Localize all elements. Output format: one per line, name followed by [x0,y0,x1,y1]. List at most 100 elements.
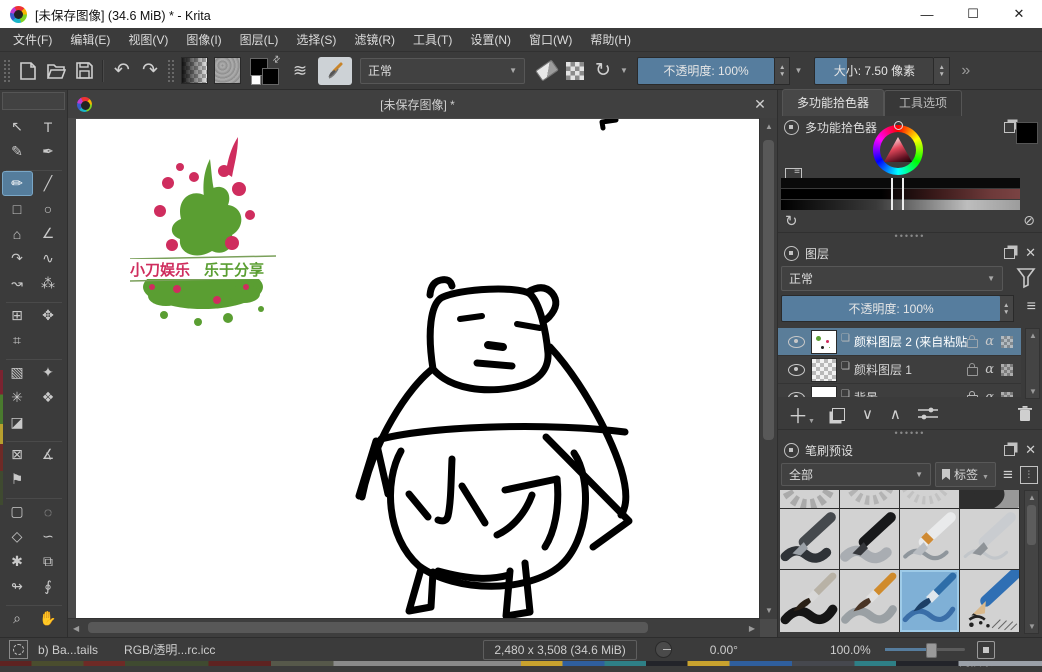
layer-name[interactable]: 背景 [854,389,967,397]
menu-item[interactable]: 视图(V) [119,28,177,52]
close-button[interactable]: ✕ [996,0,1042,28]
rect-select-tool[interactable]: ▢ [2,499,33,524]
layers-panel-header[interactable]: 图层 ✕ [778,242,1042,264]
rectangle-tool[interactable]: □ [2,196,33,221]
edit-brush-settings-button[interactable] [318,57,352,85]
menu-item[interactable]: 文件(F) [4,28,61,52]
brush-menu-icon[interactable]: ≡ [1000,465,1016,485]
edit-shapes-tool[interactable]: ✎ [2,139,33,164]
brush-preset-brush-detail[interactable] [900,570,959,632]
default-colors-swatch[interactable] [251,75,261,85]
brush-grid-scrollbar[interactable]: ▲ ▼ [1024,490,1039,634]
selection-display-icon[interactable] [9,640,28,659]
ellipse-select-tool[interactable]: ◌ [33,499,64,524]
move-layer-down-button[interactable]: ∨ [862,405,873,423]
value-bar-handle[interactable] [891,178,904,210]
toolbar-grip-2[interactable] [167,59,175,83]
zoom-fit-button[interactable] [977,641,995,659]
move-layer-up-button[interactable]: ∧ [890,405,901,423]
color-wheel[interactable] [873,125,923,175]
open-document-button[interactable] [42,58,70,84]
layer-list-scrollbar[interactable]: ▲ ▼ [1025,328,1040,399]
toolbar-grip[interactable] [3,59,11,83]
layer-properties-button[interactable] [918,407,938,421]
layer-options-menu-icon[interactable]: ≡ [1027,298,1036,316]
brush-preset-brush-wet[interactable] [780,570,839,632]
bezier-select-tool[interactable]: ↬ [2,574,33,599]
toolbar-overflow-button[interactable]: » [952,58,980,84]
select-shapes-tool[interactable]: ↖ [2,114,33,139]
line-tool[interactable]: ╱ [33,171,64,196]
assistants-tool[interactable]: ⊠ [2,442,33,467]
minimize-button[interactable]: — [904,0,950,28]
brush-panel-header[interactable]: 笔刷预设 ✕ [778,439,1042,461]
menu-item[interactable]: 图像(I) [177,28,230,52]
freehand-select-tool[interactable]: ∽ [33,524,64,549]
layer-visibility-icon[interactable] [788,336,805,348]
display-settings-icon[interactable]: ⋮ [1020,466,1038,484]
zoom-tool[interactable]: ⌕ [2,606,33,631]
calligraphy-tool[interactable]: ✒ [33,139,64,164]
statusbar-angle[interactable]: 0.00° [710,643,738,657]
toolbox-header[interactable] [2,92,65,110]
magnetic-select-tool[interactable]: ∮ [33,574,64,599]
layer-opacity-spinner[interactable]: ▲▼ [999,295,1014,322]
layer-blending-mode-dropdown[interactable]: 正常 ▼ [781,266,1003,291]
layer-name[interactable]: 颜料图层 1 [854,361,967,378]
menu-item[interactable]: 选择(S) [287,28,345,52]
preserve-alpha-button[interactable] [561,58,589,84]
tags-button[interactable]: 标签 ▼ [935,462,996,487]
brush-preset-smudge-c[interactable] [900,490,959,508]
duplicate-layer-button[interactable] [832,408,845,421]
float-docker-icon[interactable] [1004,248,1015,259]
canvas-horizontal-scrollbar[interactable]: ◀ ▶ [68,618,760,637]
brush-preset-marker-black[interactable] [840,509,899,569]
alpha-inherit-icon[interactable]: α [985,390,994,397]
brush-preset-pencil-blue[interactable] [960,570,1019,632]
menu-item[interactable]: 窗口(W) [520,28,581,52]
magic-wand-select-tool[interactable]: ✱ [2,549,33,574]
measure-tool[interactable]: ∡ [33,442,64,467]
blending-mode-dropdown[interactable]: 正常 ▼ [360,58,525,84]
alpha-inherit-icon[interactable]: α [985,362,994,377]
similar-select-tool[interactable]: ⧉ [33,549,64,574]
no-color-icon[interactable]: ⊘ [1023,212,1035,229]
reload-dropdown-arrow[interactable]: ▼ [617,58,631,84]
current-color-swatch[interactable] [1016,122,1038,144]
alpha-inherit-icon[interactable]: α [985,334,994,349]
add-layer-button[interactable]: ＋▼ [788,400,815,429]
layer-lock-icon[interactable] [967,367,978,376]
menu-item[interactable]: 滤镜(R) [345,28,404,52]
layer-lock-icon[interactable] [967,339,978,348]
canvas[interactable]: 小刀娱乐 乐于分享 [76,119,759,618]
colorize-mask-tool[interactable]: ✳ [2,385,33,410]
layer-row[interactable]: ❏ 颜料图层 2 (来自粘贴) α [778,328,1021,356]
alpha-lock-icon[interactable] [1001,392,1013,398]
text-tool[interactable]: T [33,114,64,139]
layer-thumbnail[interactable] [811,386,837,398]
lock-docker-icon[interactable] [784,120,799,135]
layer-locked-icon[interactable] [967,395,978,397]
brush-filter-dropdown[interactable]: 全部 ▼ [781,463,931,486]
brush-preset-airbrush[interactable] [960,490,1019,508]
freehand-path-tool[interactable]: ∿ [33,246,64,271]
brush-preset-smudge-b[interactable] [840,490,899,508]
statusbar-brush-name[interactable]: b) Ba...tails [38,643,98,657]
color-sampler-tool[interactable]: ✦ [33,360,64,385]
menu-item[interactable]: 图层(L) [231,28,288,52]
subwindow-close-button[interactable]: ✕ [743,96,777,113]
layer-thumbnail[interactable] [811,330,837,354]
brush-preset-pen-silver[interactable] [960,509,1019,569]
foreground-background-colors[interactable]: ⇄ [250,57,280,85]
close-docker-icon[interactable]: ✕ [1025,442,1036,458]
dynamic-brush-tool[interactable]: ↝ [2,271,33,296]
layer-thumbnail[interactable] [811,358,837,382]
tab-advanced-color-selector[interactable]: 多功能拾色器 [782,89,884,116]
save-button[interactable] [70,58,98,84]
zoom-slider[interactable] [885,648,965,651]
brush-preset-pen-dark[interactable] [780,509,839,569]
smart-patch-tool[interactable]: ❖ [33,385,64,410]
layer-visibility-icon[interactable] [788,392,805,398]
polygon-select-tool[interactable]: ◇ [2,524,33,549]
canvas-rotation-gauge[interactable] [655,641,672,658]
